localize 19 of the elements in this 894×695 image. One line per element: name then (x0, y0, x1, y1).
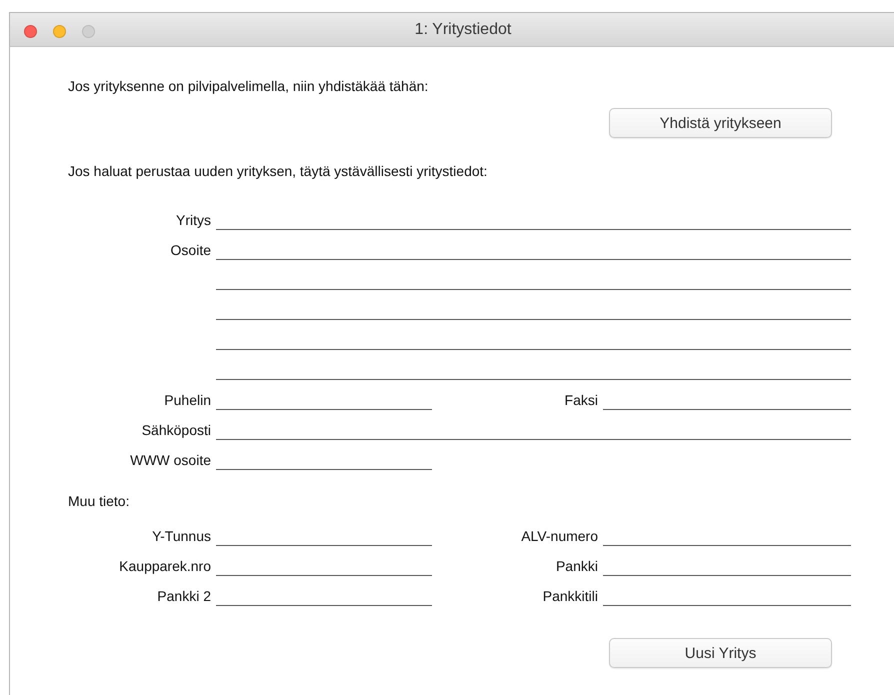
field-label: Pankkitili (542, 588, 598, 604)
connect-button[interactable]: Yhdistä yritykseen (609, 108, 832, 138)
window-title: 1: Yritystiedot (414, 20, 512, 38)
field-label: Osoite (170, 242, 211, 258)
field-label: Puhelin (163, 392, 211, 408)
field-label: ALV-numero (520, 528, 598, 544)
instruction-text: Jos yrityksenne on pilvipalvelimella, niin yhdistäkää tähän: (67, 77, 430, 95)
section-heading: Muu tieto: (67, 492, 130, 510)
field-label: Faksi (564, 392, 598, 408)
field-label: Sähköposti (140, 422, 211, 438)
field-label: Pankki 2 (156, 588, 211, 604)
field-label: Pankki (554, 558, 598, 574)
field-label: WWW osoite (129, 452, 211, 468)
close-button[interactable] (24, 25, 37, 38)
field-label: Y-Tunnus (151, 528, 211, 544)
field-label: Yritys (175, 212, 211, 228)
new-company-button[interactable]: Uusi Yritys (609, 638, 832, 668)
instruction-text: Jos haluat perustaa uuden yrityksen, täytä ystävällisesti yritystiedot: (67, 162, 488, 180)
field-label: Kaupparek.nro (118, 558, 211, 574)
